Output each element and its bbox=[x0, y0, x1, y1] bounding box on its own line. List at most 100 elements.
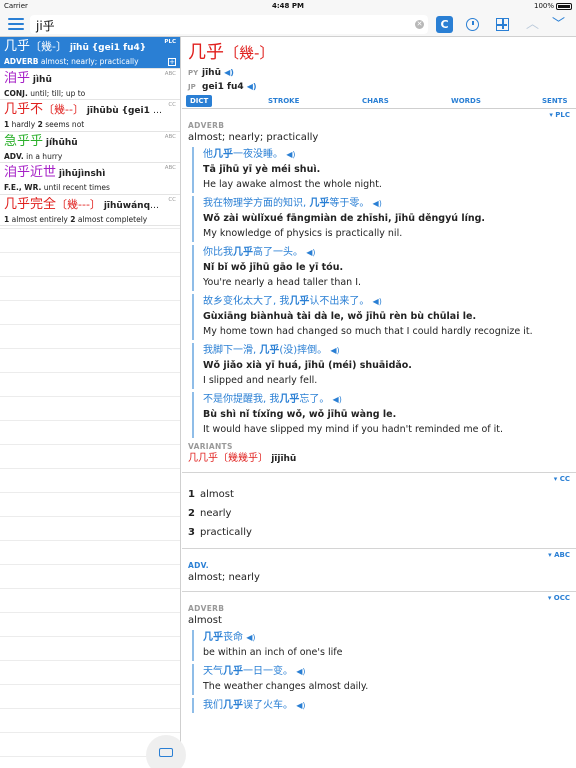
chevron-up-icon[interactable]: ︿ bbox=[524, 16, 541, 33]
example-headword: 几乎 bbox=[259, 345, 280, 356]
add-flashcard-icon[interactable] bbox=[494, 16, 511, 33]
result-pinyin: jīhūwánqu... bbox=[103, 200, 167, 211]
result-pinyin: jīhū bbox=[69, 43, 89, 53]
speaker-icon[interactable]: ◀) bbox=[373, 297, 382, 306]
speaker-icon[interactable]: ◀) bbox=[224, 68, 234, 77]
example: 几乎丧命 ◀) be within an inch of one's life bbox=[192, 630, 570, 661]
result-row[interactable]: 洎乎 jìhū CONJ. until; till; up to ABC bbox=[0, 68, 180, 100]
result-source-tag: PLC bbox=[164, 39, 176, 45]
search-field[interactable]: ji乎 ✕ bbox=[30, 15, 428, 34]
sense-text: practically bbox=[200, 527, 252, 538]
tab-stroke[interactable]: STROKE bbox=[264, 95, 303, 107]
result-row[interactable]: 几乎不〔幾--〕 jīhūbù {gei1 fu... 1 hardly 2 s… bbox=[0, 100, 180, 132]
status-bar: Carrier 4:48 PM 100% bbox=[0, 0, 576, 12]
source-toggle-occ[interactable]: ▾ OCC bbox=[188, 592, 570, 604]
keyboard-icon[interactable] bbox=[146, 735, 186, 768]
example-translation: I slipped and nearly fell. bbox=[203, 375, 318, 386]
example-pinyin: Tā jīhū yī yè méi shuì. bbox=[203, 164, 321, 175]
example-headword: 几乎 bbox=[223, 700, 243, 711]
tab-words[interactable]: WORDS bbox=[447, 95, 485, 107]
example-translation: be within an inch of one's life bbox=[203, 647, 343, 658]
result-traditional: 〔幾---〕 bbox=[56, 197, 101, 211]
example-hanzi: 等于零。 bbox=[329, 198, 370, 209]
speaker-icon[interactable]: ◀) bbox=[246, 633, 255, 642]
result-pinyin: jìhū bbox=[32, 74, 52, 85]
result-row[interactable]: 洎乎近世 jìhūjìnshì F.E., WR. until recent t… bbox=[0, 163, 180, 195]
clear-icon[interactable]: ✕ bbox=[415, 20, 424, 29]
sense-number: 1 bbox=[4, 120, 10, 129]
result-row[interactable]: 几乎完全〔幾---〕 jīhūwánqu... 1 almost entirel… bbox=[0, 194, 180, 226]
speaker-icon[interactable]: ◀) bbox=[306, 248, 315, 257]
example-hanzi: 故乡变化太大了, 我 bbox=[203, 296, 290, 307]
variant[interactable]: 几几乎〔幾幾乎〕 jījīhū bbox=[188, 452, 570, 466]
speaker-icon[interactable]: ◀) bbox=[296, 667, 305, 676]
list-item: 1 almost bbox=[188, 485, 570, 504]
app-window: Carrier 4:48 PM 100% ji乎 ✕ C ︿ ﹀ 几乎〔幾-〕 … bbox=[0, 0, 576, 768]
example-translation: It would have slipped my mind if you had… bbox=[203, 424, 504, 435]
source-toggle-abc[interactable]: ▾ ABC bbox=[188, 549, 570, 561]
entry-pinyin: jīhū bbox=[202, 68, 221, 78]
chevron-down-icon[interactable]: ﹀ bbox=[550, 16, 567, 33]
example-hanzi: 一日一变。 bbox=[243, 666, 293, 677]
history-icon[interactable] bbox=[464, 16, 481, 33]
speaker-icon[interactable]: ◀) bbox=[296, 701, 305, 710]
status-time: 4:48 PM bbox=[272, 2, 304, 10]
tab-sents[interactable]: SENTS bbox=[538, 95, 572, 107]
result-pos: ADV. bbox=[4, 151, 24, 161]
example-headword: 几乎 bbox=[279, 394, 300, 405]
variant-pinyin: jījīhū bbox=[271, 454, 297, 464]
result-source-tag: ABC bbox=[164, 133, 176, 140]
entry-content: ▾ PLC ADVERB almost; nearly; practically… bbox=[182, 109, 576, 713]
entry-traditional: 〔幾-〕 bbox=[224, 44, 275, 62]
sense-text: hardly bbox=[11, 120, 36, 129]
example: 故乡变化太大了, 我几乎认不出来了。 ◀) Gùxiāng biànhuà tà… bbox=[192, 294, 570, 340]
sense-number: 3 bbox=[188, 527, 195, 538]
sense-number: 2 bbox=[37, 120, 43, 129]
speaker-icon[interactable]: ◀) bbox=[286, 150, 295, 159]
result-hanzi: 洎乎近世 bbox=[4, 165, 57, 180]
tab-chars[interactable]: CHARS bbox=[358, 95, 393, 107]
result-source-tag: ABC bbox=[164, 165, 176, 171]
example-hanzi: 我们 bbox=[203, 700, 223, 711]
menu-icon[interactable] bbox=[8, 18, 24, 31]
example-hanzi: 丧命 bbox=[223, 632, 243, 643]
example: 我们几乎误了火车。 ◀) bbox=[192, 698, 570, 713]
example-hanzi: (没)摔倒。 bbox=[279, 345, 328, 356]
example-pinyin: Gùxiāng biànhuà tài dà le, wǒ jīhū rèn b… bbox=[203, 311, 477, 322]
sense-text: seems not bbox=[45, 120, 85, 129]
example-hanzi: 我脚下一滑, bbox=[203, 345, 260, 356]
result-gloss: until recent times bbox=[43, 183, 110, 192]
entry-headword: 几乎 bbox=[188, 42, 224, 63]
result-row[interactable]: 急乎乎 jíhūhū ADV. in a hurry ABC bbox=[0, 131, 180, 163]
example-translation: My home town had changed so much that I … bbox=[203, 326, 533, 337]
search-input[interactable]: ji乎 bbox=[36, 17, 55, 34]
result-hanzi: 几乎不 bbox=[4, 102, 44, 117]
example-hanzi: 高了一头。 bbox=[253, 247, 303, 258]
speaker-icon[interactable]: ◀) bbox=[373, 199, 382, 208]
result-row[interactable]: 几乎〔幾-〕 jīhū {gei1 fu4} ADVERB almost; ne… bbox=[0, 37, 180, 69]
variant-hanzi: 几几乎 bbox=[188, 453, 218, 464]
speaker-icon[interactable]: ◀) bbox=[247, 82, 257, 91]
entry-jyutping: gei1 fu4 bbox=[202, 82, 244, 92]
speaker-icon[interactable]: ◀) bbox=[330, 346, 339, 355]
source-toggle-plc[interactable]: ▾ PLC bbox=[188, 109, 570, 121]
example: 天气几乎一日一变。 ◀) The weather changes almost … bbox=[192, 664, 570, 695]
speaker-icon[interactable]: ◀) bbox=[333, 395, 342, 404]
clipboard-reader-button[interactable]: C bbox=[436, 16, 453, 33]
example-hanzi: 忘了。 bbox=[299, 394, 330, 405]
sense-number: 1 bbox=[188, 489, 195, 500]
sense-text: almost bbox=[200, 489, 234, 500]
entry-pane: 几乎〔幾-〕 PY jīhū ◀) JP gei1 fu4 ◀) DICT STRO… bbox=[182, 37, 576, 768]
tab-dict[interactable]: DICT bbox=[186, 95, 213, 107]
sense-number: 2 bbox=[70, 214, 76, 224]
expand-icon[interactable]: + bbox=[168, 57, 176, 66]
example-hanzi: 认不出来了。 bbox=[309, 296, 370, 307]
results-list: 几乎〔幾-〕 jīhū {gei1 fu4} ADVERB almost; ne… bbox=[0, 37, 181, 768]
example-translation: You're nearly a head taller than I. bbox=[203, 277, 362, 288]
list-item: 3 practically bbox=[188, 523, 570, 542]
part-of-speech: ADVERB bbox=[188, 604, 225, 613]
jyutping-label: JP bbox=[188, 83, 196, 91]
example-headword: 几乎 bbox=[309, 198, 330, 209]
source-toggle-cc[interactable]: ▾ CC bbox=[188, 473, 570, 485]
example-hanzi: 天气 bbox=[203, 666, 223, 677]
